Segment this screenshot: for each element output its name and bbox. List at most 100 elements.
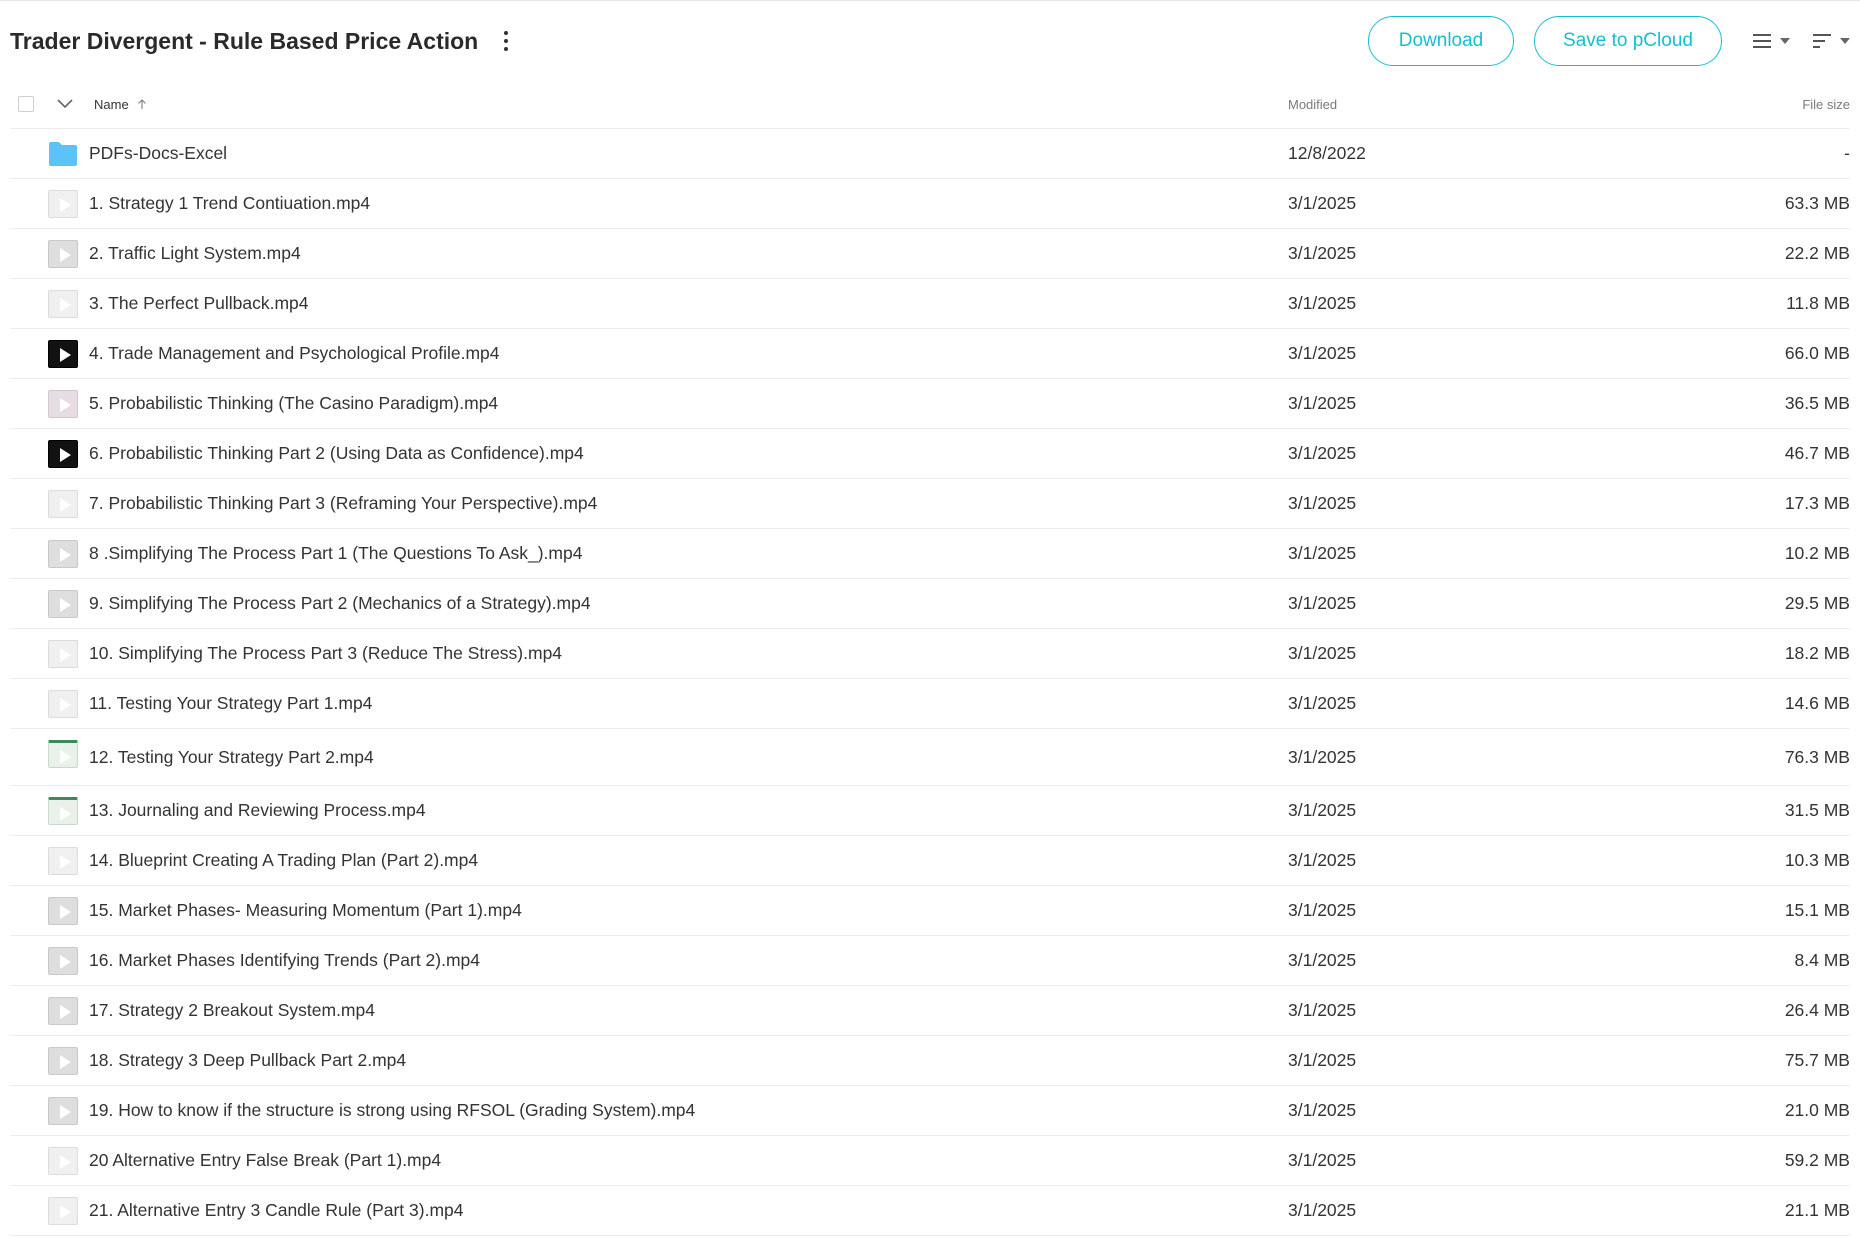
table-row[interactable]: 2. Traffic Light System.mp4 3/1/2025 22.2 … — [10, 229, 1850, 279]
video-thumbnail-icon — [48, 440, 78, 468]
column-name-label: Name — [94, 96, 129, 112]
modified-date: 3/1/2025 — [1288, 800, 1357, 820]
chevron-down-icon — [1840, 38, 1850, 44]
file-name[interactable]: 12. Testing Your Strategy Part 2.mp4 — [89, 747, 374, 768]
play-icon — [60, 598, 71, 612]
file-name[interactable]: 21. Alternative Entry 3 Candle Rule (Par… — [89, 1200, 464, 1221]
column-header-name[interactable]: Name — [94, 97, 147, 112]
play-icon — [60, 198, 71, 212]
file-size: 21.0 MB — [1784, 1100, 1850, 1120]
table-row[interactable]: 14. Blueprint Creating A Trading Plan (P… — [10, 836, 1850, 886]
play-icon — [60, 498, 71, 512]
file-name[interactable]: 9. Simplifying The Process Part 2 (Mecha… — [89, 593, 591, 614]
table-row[interactable]: 5. Probabilistic Thinking (The Casino Pa… — [10, 379, 1850, 429]
sort-icon — [1813, 34, 1831, 48]
file-name[interactable]: 5. Probabilistic Thinking (The Casino Pa… — [89, 393, 498, 414]
sort-toggle[interactable] — [1812, 33, 1850, 49]
modified-date: 3/1/2025 — [1288, 1050, 1357, 1070]
table-row[interactable]: 7. Probabilistic Thinking Part 3 (Refram… — [10, 479, 1850, 529]
modified-date: 3/1/2025 — [1288, 950, 1357, 970]
file-size: 18.2 MB — [1784, 643, 1850, 663]
table-row[interactable]: 6. Probabilistic Thinking Part 2 (Using … — [10, 429, 1850, 479]
play-icon — [60, 1005, 71, 1019]
table-row[interactable]: 21. Alternative Entry 3 Candle Rule (Par… — [10, 1186, 1850, 1236]
file-size: 59.2 MB — [1784, 1150, 1850, 1170]
play-icon — [60, 248, 71, 262]
file-name[interactable]: 8 .Simplifying The Process Part 1 (The Q… — [89, 543, 582, 564]
list-view-icon — [1753, 34, 1771, 48]
file-name[interactable]: 14. Blueprint Creating A Trading Plan (P… — [89, 850, 478, 871]
table-row[interactable]: 18. Strategy 3 Deep Pullback Part 2.mp4 3… — [10, 1036, 1850, 1086]
play-icon — [60, 698, 71, 712]
play-icon — [60, 1155, 71, 1169]
modified-date: 3/1/2025 — [1288, 1000, 1357, 1020]
file-name[interactable]: 10. Simplifying The Process Part 3 (Redu… — [89, 643, 562, 664]
video-thumbnail-icon — [48, 290, 78, 318]
file-name[interactable]: 20 Alternative Entry False Break (Part 1… — [89, 1150, 441, 1171]
file-name[interactable]: 19. How to know if the structure is stro… — [89, 1100, 695, 1121]
play-icon — [60, 1055, 71, 1069]
table-row[interactable]: 3. The Perfect Pullback.mp4 3/1/2025 11.8 … — [10, 279, 1850, 329]
file-size: 36.5 MB — [1784, 393, 1850, 413]
file-size: 63.3 MB — [1784, 193, 1850, 213]
video-thumbnail-icon — [48, 740, 78, 768]
table-row[interactable]: 4. Trade Management and Psychological Pr… — [10, 329, 1850, 379]
modified-date: 3/1/2025 — [1288, 193, 1357, 213]
file-size: 21.1 MB — [1784, 1200, 1850, 1220]
file-size: 10.2 MB — [1784, 543, 1850, 563]
file-name[interactable]: 11. Testing Your Strategy Part 1.mp4 — [89, 693, 372, 714]
file-size: 11.8 MB — [1786, 293, 1850, 313]
video-thumbnail-icon — [48, 1047, 78, 1075]
table-row[interactable]: 8 .Simplifying The Process Part 1 (The Q… — [10, 529, 1850, 579]
file-name[interactable]: 16. Market Phases Identifying Trends (Pa… — [89, 950, 480, 971]
video-thumbnail-icon — [48, 897, 78, 925]
table-row[interactable]: 1. Strategy 1 Trend Contiuation.mp4 3/1/2… — [10, 179, 1850, 229]
table-row[interactable]: 10. Simplifying The Process Part 3 (Redu… — [10, 629, 1850, 679]
modified-date: 3/1/2025 — [1288, 293, 1357, 313]
modified-date: 3/1/2025 — [1288, 693, 1357, 713]
folder-icon — [48, 140, 78, 168]
file-size: 8.4 MB — [1794, 950, 1850, 970]
video-thumbnail-icon — [48, 1097, 78, 1125]
file-size: 46.7 MB — [1784, 443, 1850, 463]
file-name[interactable]: 17. Strategy 2 Breakout System.mp4 — [89, 1000, 375, 1021]
play-icon — [60, 548, 71, 562]
file-name[interactable]: 13. Journaling and Reviewing Process.mp4 — [89, 800, 426, 821]
column-header-modified[interactable]: Modified — [1288, 97, 1337, 112]
save-to-pcloud-button[interactable]: Save to pCloud — [1534, 16, 1722, 66]
select-all-checkbox[interactable] — [18, 96, 34, 112]
table-row[interactable]: 12. Testing Your Strategy Part 2.mp4 3/1/… — [10, 729, 1850, 786]
table-row[interactable]: 11. Testing Your Strategy Part 1.mp4 3/1/… — [10, 679, 1850, 729]
table-row[interactable]: 13. Journaling and Reviewing Process.mp4… — [10, 786, 1850, 836]
file-name[interactable]: 15. Market Phases- Measuring Momentum (P… — [89, 900, 522, 921]
more-options-icon[interactable] — [494, 21, 518, 61]
file-name[interactable]: 18. Strategy 3 Deep Pullback Part 2.mp4 — [89, 1050, 406, 1071]
video-thumbnail-icon — [48, 640, 78, 668]
file-size: 22.2 MB — [1784, 243, 1850, 263]
download-button[interactable]: Download — [1368, 16, 1514, 66]
file-name[interactable]: 6. Probabilistic Thinking Part 2 (Using … — [89, 443, 584, 464]
file-size: 31.5 MB — [1784, 800, 1850, 820]
file-name[interactable]: 1. Strategy 1 Trend Contiuation.mp4 — [89, 193, 370, 214]
file-name[interactable]: 7. Probabilistic Thinking Part 3 (Refram… — [89, 493, 597, 514]
file-name[interactable]: PDFs-Docs-Excel — [89, 143, 227, 164]
file-name[interactable]: 2. Traffic Light System.mp4 — [89, 243, 301, 264]
modified-date: 3/1/2025 — [1288, 900, 1357, 920]
table-row[interactable]: 16. Market Phases Identifying Trends (Pa… — [10, 936, 1850, 986]
video-thumbnail-icon — [48, 1197, 78, 1225]
file-name[interactable]: 4. Trade Management and Psychological Pr… — [89, 343, 500, 364]
view-mode-toggle[interactable] — [1752, 33, 1790, 49]
play-icon — [60, 807, 71, 821]
file-name[interactable]: 3. The Perfect Pullback.mp4 — [89, 293, 309, 314]
file-table: Name Modified File size PDFs-Docs-Excel 1… — [10, 80, 1850, 1236]
table-row[interactable]: 9. Simplifying The Process Part 2 (Mecha… — [10, 579, 1850, 629]
table-row[interactable]: 20 Alternative Entry False Break (Part 1… — [10, 1136, 1850, 1186]
column-header-size[interactable]: File size — [1802, 97, 1850, 112]
table-row[interactable]: PDFs-Docs-Excel 12/8/2022 - — [10, 129, 1850, 179]
select-menu-chevron-icon[interactable] — [56, 95, 74, 113]
file-size: 75.7 MB — [1784, 1050, 1850, 1070]
table-row[interactable]: 15. Market Phases- Measuring Momentum (P… — [10, 886, 1850, 936]
table-row[interactable]: 17. Strategy 2 Breakout System.mp4 3/1/20… — [10, 986, 1850, 1036]
table-row[interactable]: 19. How to know if the structure is stro… — [10, 1086, 1850, 1136]
top-divider — [0, 0, 1860, 1]
